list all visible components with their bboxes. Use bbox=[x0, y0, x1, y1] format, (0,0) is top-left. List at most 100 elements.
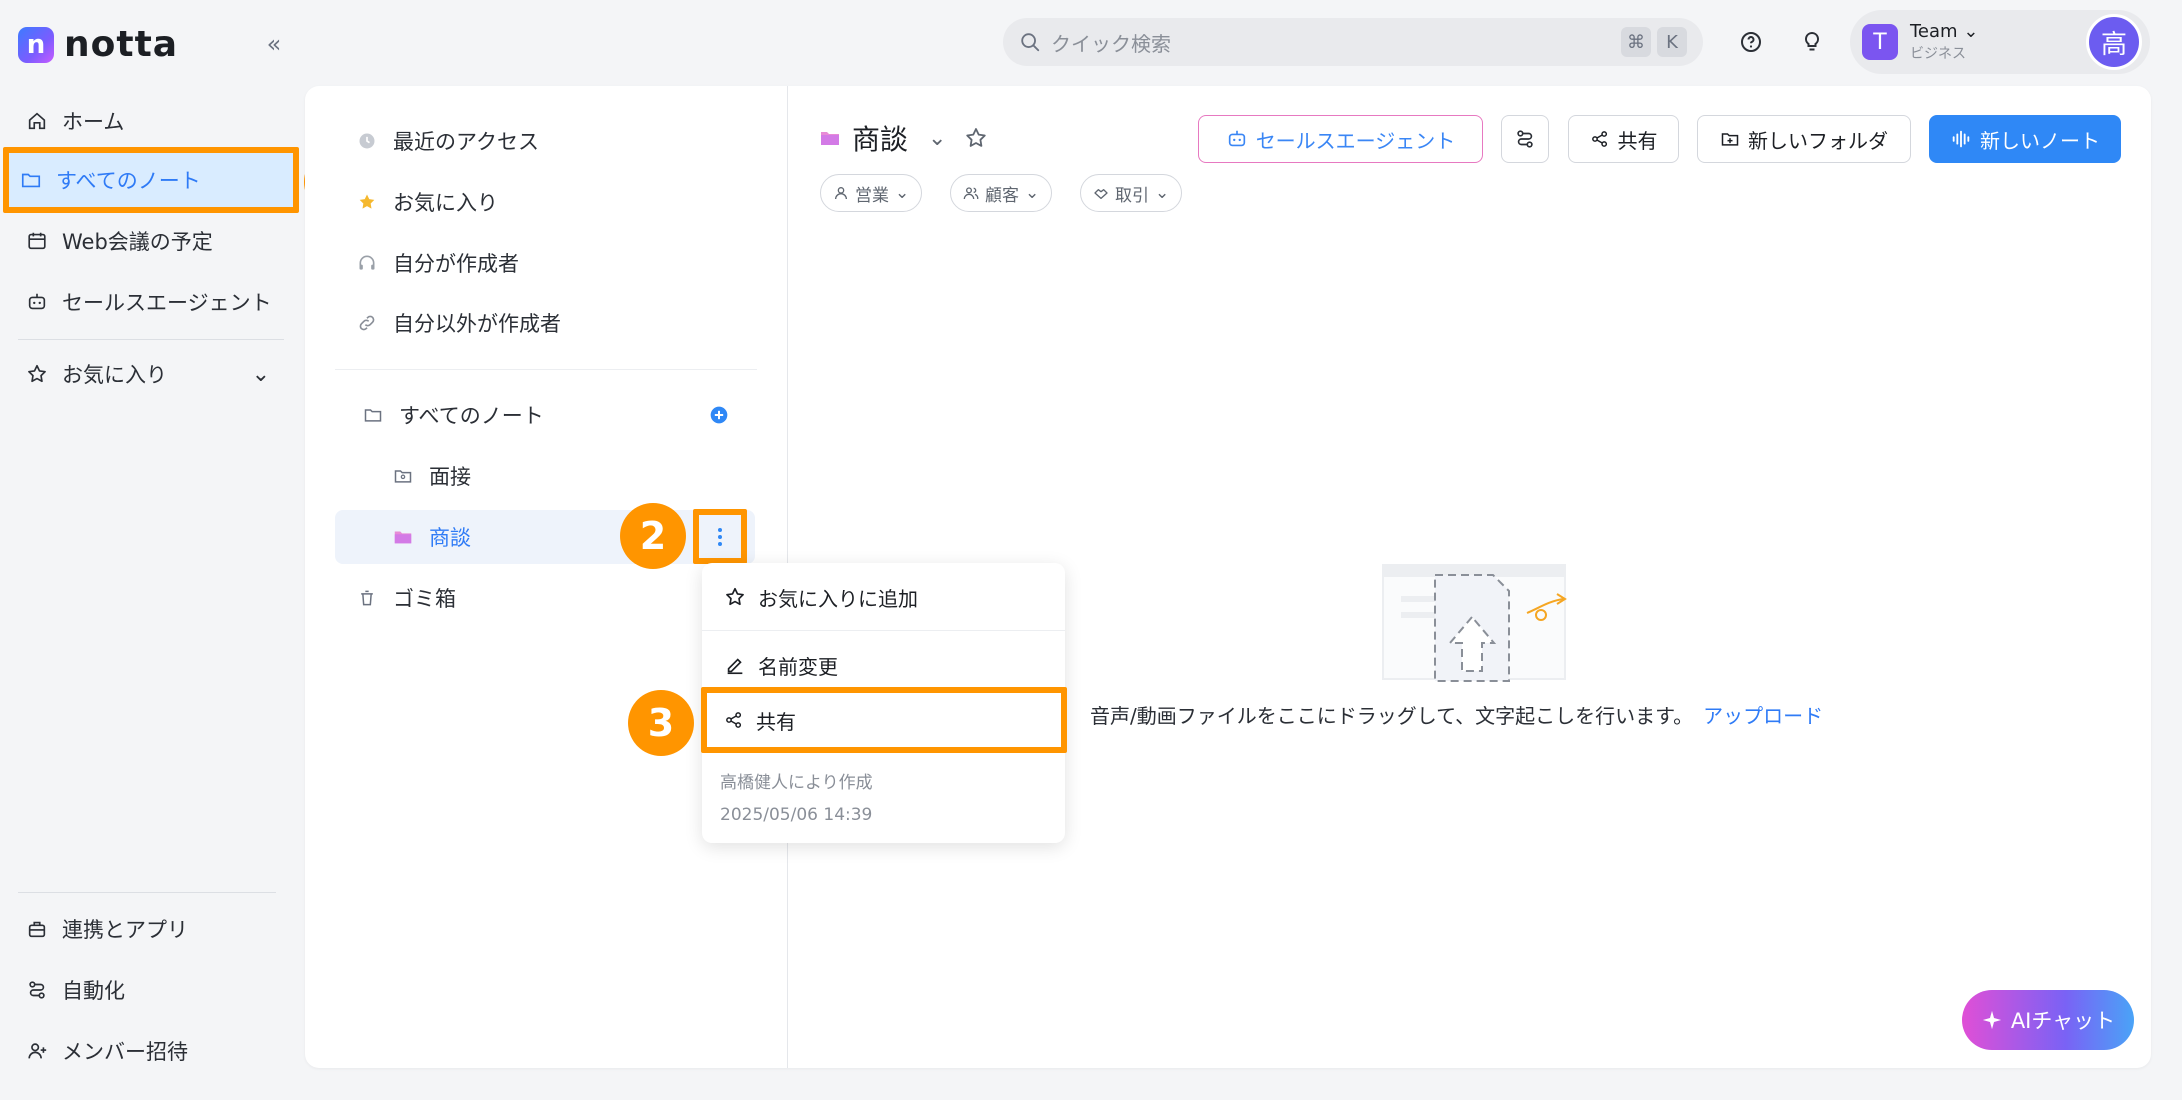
menu-item-add-favorite[interactable]: お気に入りに追加 bbox=[714, 573, 1053, 621]
folder-pink-icon bbox=[818, 126, 842, 150]
menu-item-label: 名前変更 bbox=[758, 654, 838, 679]
waveform-icon bbox=[1950, 128, 1972, 150]
sidebar-item-integrations[interactable]: 連携とアプリ bbox=[14, 901, 284, 957]
link-icon bbox=[355, 311, 379, 335]
sparkle-icon bbox=[1981, 1009, 2003, 1031]
tree-item-created-by-others[interactable]: 自分以外が作成者 bbox=[335, 296, 755, 350]
new-folder-button[interactable]: 新しいフォルダ bbox=[1697, 115, 1911, 163]
help-icon[interactable] bbox=[1734, 25, 1768, 59]
robot-icon bbox=[24, 289, 50, 315]
tree-item-label: 最近のアクセス bbox=[393, 130, 539, 154]
tree-item-created-by-me[interactable]: 自分が作成者 bbox=[335, 236, 755, 290]
search-bar[interactable]: クイック検索 ⌘ K bbox=[1003, 18, 1703, 66]
chip-label: 取引 bbox=[1115, 185, 1149, 206]
button-label: 新しいノート bbox=[1980, 128, 2100, 153]
sidebar-item-label: メンバー招待 bbox=[62, 1040, 188, 1064]
trash-icon bbox=[355, 586, 379, 610]
star-icon bbox=[724, 586, 746, 608]
pencil-icon bbox=[724, 654, 746, 676]
tree-folder-interview[interactable]: 面接 bbox=[335, 449, 755, 503]
star-icon[interactable] bbox=[964, 126, 988, 150]
automation-button[interactable] bbox=[1501, 115, 1549, 163]
shortcut-cmd-key: ⌘ bbox=[1621, 27, 1651, 57]
clock-icon bbox=[355, 129, 379, 153]
sidebar-item-meetings[interactable]: Web会議の予定 bbox=[14, 213, 284, 269]
button-label: AIチャット bbox=[2010, 1009, 2116, 1033]
button-label: 共有 bbox=[1617, 128, 1658, 153]
sidebar-item-favorites[interactable]: お気に入り ⌄ bbox=[14, 346, 284, 402]
page-title: 商談 bbox=[852, 123, 909, 156]
chip-label: 顧客 bbox=[985, 185, 1019, 206]
highlight-box-1 bbox=[3, 147, 299, 213]
logo-text: notta bbox=[64, 24, 179, 65]
sidebar-item-label: ホーム bbox=[62, 110, 125, 134]
created-by-text: 高橋健人により作成 bbox=[720, 773, 873, 793]
filter-chip-customer[interactable]: 顧客 ⌄ bbox=[950, 174, 1053, 212]
folder-plus-icon bbox=[1720, 129, 1740, 149]
folder-pink-icon bbox=[391, 525, 415, 549]
add-folder-icon[interactable] bbox=[709, 405, 729, 425]
sales-agent-button[interactable]: セールスエージェント bbox=[1198, 115, 1483, 163]
user-icon bbox=[833, 185, 849, 201]
home-icon bbox=[24, 108, 50, 134]
lightbulb-icon[interactable] bbox=[1795, 25, 1829, 59]
sidebar-item-automation[interactable]: 自動化 bbox=[14, 962, 284, 1018]
tree-item-all-notes[interactable]: すべてのノート bbox=[335, 388, 755, 442]
handshake-icon bbox=[1093, 185, 1109, 201]
sidebar-item-label: 連携とアプリ bbox=[62, 918, 188, 942]
sidebar-item-sales-agent[interactable]: セールスエージェント bbox=[14, 274, 284, 330]
robot-icon bbox=[1226, 128, 1248, 150]
chip-label: 営業 bbox=[855, 185, 889, 206]
upload-illustration bbox=[1381, 563, 1591, 683]
filter-chip-deal[interactable]: 取引 ⌄ bbox=[1080, 174, 1183, 212]
step-badge-3: 3 bbox=[628, 690, 694, 756]
tree-item-label: ゴミ箱 bbox=[393, 587, 456, 611]
shortcut-k-key: K bbox=[1657, 27, 1687, 57]
tree-item-label: 商談 bbox=[429, 526, 471, 550]
apps-icon bbox=[24, 916, 50, 942]
folder-header: 商談 ⌄ bbox=[818, 118, 988, 158]
button-label: 新しいフォルダ bbox=[1748, 128, 1888, 153]
empty-state-text: 音声/動画ファイルをここにドラッグして、文字起こしを行います。 アップロード bbox=[1090, 700, 1823, 729]
tree-item-label: すべてのノート bbox=[399, 404, 544, 428]
team-switcher[interactable]: T Team ⌄ ビジネス 高 bbox=[1850, 10, 2150, 74]
team-initial: T bbox=[1862, 24, 1898, 60]
filter-chip-sales[interactable]: 営業 ⌄ bbox=[820, 174, 923, 212]
tree-item-label: お気に入り bbox=[393, 191, 498, 215]
tree-item-trash[interactable]: ゴミ箱 bbox=[335, 571, 755, 625]
tree-folder-deals[interactable]: 商談 bbox=[335, 510, 755, 564]
chevron-down-icon[interactable]: ⌄ bbox=[252, 362, 270, 387]
upload-link[interactable]: アップロード bbox=[1703, 704, 1823, 728]
users-icon bbox=[963, 185, 979, 201]
tree-divider bbox=[335, 369, 757, 370]
avatar[interactable]: 高 bbox=[2086, 14, 2142, 70]
sidebar-item-home[interactable]: ホーム bbox=[14, 93, 284, 149]
team-name: Team ⌄ bbox=[1910, 21, 1979, 42]
folder-user-icon bbox=[391, 464, 415, 488]
sidebar-item-invite[interactable]: メンバー招待 bbox=[14, 1023, 284, 1079]
automation-icon bbox=[24, 977, 50, 1003]
app-logo[interactable]: n notta bbox=[18, 24, 178, 65]
ai-chat-button[interactable]: AIチャット bbox=[1962, 990, 2134, 1050]
sidebar-item-label: セールスエージェント bbox=[62, 291, 272, 315]
new-note-button[interactable]: 新しいノート bbox=[1929, 115, 2121, 163]
created-at-text: 2025/05/06 14:39 bbox=[720, 805, 873, 825]
tree-item-favorites[interactable]: お気に入り bbox=[335, 175, 755, 229]
search-icon bbox=[1021, 33, 1040, 52]
chevron-down-icon: ⌄ bbox=[1025, 183, 1040, 203]
share-icon bbox=[1590, 129, 1610, 149]
share-button[interactable]: 共有 bbox=[1568, 115, 1679, 163]
sidebar-divider bbox=[18, 339, 284, 340]
step-badge-2: 2 bbox=[620, 503, 686, 569]
tree-item-label: 自分が作成者 bbox=[393, 252, 519, 276]
chevron-down-icon[interactable]: ⌄ bbox=[928, 126, 946, 151]
calendar-icon bbox=[24, 228, 50, 254]
tree-item-recent[interactable]: 最近のアクセス bbox=[335, 114, 755, 168]
menu-item-rename[interactable]: 名前変更 bbox=[714, 641, 1053, 689]
collapse-sidebar-icon[interactable]: « bbox=[258, 28, 290, 60]
folder-icon bbox=[361, 403, 385, 427]
headphones-icon bbox=[355, 251, 379, 275]
logo-mark: n bbox=[18, 26, 54, 63]
highlight-box-3 bbox=[701, 687, 1067, 753]
drop-hint: 音声/動画ファイルをここにドラッグして、文字起こしを行います。 bbox=[1090, 704, 1694, 728]
